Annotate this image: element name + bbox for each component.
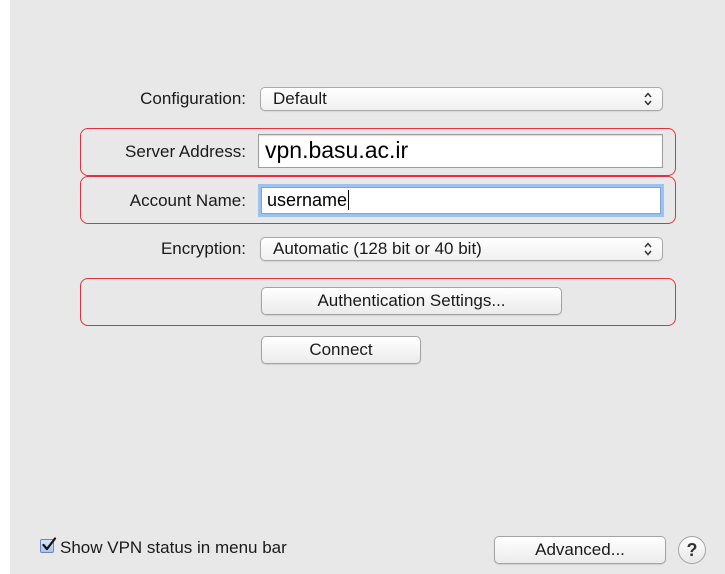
- advanced-button[interactable]: Advanced...: [494, 536, 666, 564]
- configuration-select[interactable]: Default: [260, 87, 663, 111]
- connect-button[interactable]: Connect: [261, 336, 421, 364]
- account-name-field[interactable]: username: [261, 187, 661, 214]
- show-vpn-status-checkbox[interactable]: [40, 537, 57, 553]
- help-button[interactable]: ?: [678, 536, 706, 564]
- configuration-value: Default: [273, 89, 327, 108]
- authentication-settings-button[interactable]: Authentication Settings...: [261, 287, 562, 315]
- server-address-field[interactable]: vpn.basu.ac.ir: [258, 134, 663, 168]
- text-caret: [348, 190, 350, 210]
- configuration-label: Configuration:: [140, 89, 246, 108]
- account-name-label: Account Name:: [129, 191, 246, 210]
- up-down-chevrons-icon: [644, 242, 652, 256]
- up-down-chevrons-icon: [644, 92, 652, 106]
- server-address-label: Server Address:: [125, 142, 246, 161]
- show-vpn-status-label[interactable]: Show VPN status in menu bar: [60, 538, 287, 558]
- encryption-select[interactable]: Automatic (128 bit or 40 bit): [260, 237, 663, 261]
- checkmark-icon: [42, 537, 57, 551]
- encryption-label: Encryption:: [160, 239, 246, 258]
- encryption-value: Automatic (128 bit or 40 bit): [273, 239, 482, 258]
- account-name-value: username: [267, 190, 348, 210]
